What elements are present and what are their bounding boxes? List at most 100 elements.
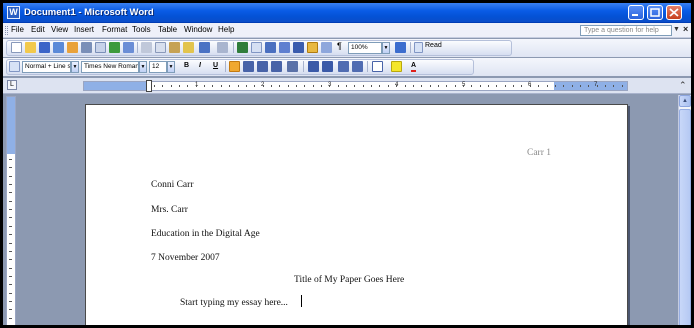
open-folder-icon[interactable]	[25, 42, 36, 53]
menu-help[interactable]: Help	[218, 25, 234, 34]
underline-button[interactable]: U	[213, 62, 218, 69]
align-center-icon[interactable]	[243, 61, 254, 72]
insert-table-icon[interactable]	[265, 42, 276, 53]
menu-grip-handle[interactable]	[5, 26, 8, 35]
menu-edit[interactable]: Edit	[31, 25, 45, 34]
horizontal-ruler[interactable]: 1 2 3 4 5 6 7	[83, 80, 628, 92]
ruler-tick	[9, 234, 12, 236]
title-bar: W Document1 - Microsoft Word	[3, 3, 691, 23]
read-button[interactable]: Read	[425, 42, 442, 49]
line-spacing-icon[interactable]	[287, 61, 298, 72]
redo-icon[interactable]	[217, 42, 228, 53]
spelling-icon[interactable]	[109, 42, 120, 53]
font-dropdown-icon[interactable]: ▼	[139, 61, 147, 73]
research-icon[interactable]	[123, 42, 134, 53]
italic-button[interactable]: I	[199, 62, 201, 69]
vertical-ruler[interactable]	[6, 96, 16, 325]
ruler-tick	[9, 250, 12, 252]
font-color-icon[interactable]: A	[411, 62, 417, 72]
ruler-tick	[571, 85, 573, 87]
permission-icon[interactable]	[53, 42, 64, 53]
paper-title: Title of My Paper Goes Here	[294, 275, 405, 285]
font-size-field[interactable]: 12	[149, 61, 167, 73]
menu-view[interactable]: View	[51, 25, 68, 34]
bullets-icon[interactable]	[322, 61, 333, 72]
menu-format[interactable]: Format	[102, 25, 127, 34]
borders-icon[interactable]	[372, 61, 383, 72]
menu-insert[interactable]: Insert	[74, 25, 94, 34]
tab-selector-icon[interactable]: L	[7, 80, 17, 90]
style-dropdown-icon[interactable]: ▼	[71, 61, 79, 73]
bold-button[interactable]: B	[184, 62, 189, 69]
help-dropdown-icon[interactable]: ▼	[673, 26, 680, 33]
justify-icon[interactable]	[271, 61, 282, 72]
scroll-up-icon[interactable]: ▲	[679, 95, 691, 107]
styles-pane-icon[interactable]	[9, 61, 20, 72]
scroll-thumb[interactable]	[679, 109, 691, 325]
ruler-tick	[9, 159, 12, 160]
ruler-tick	[379, 85, 381, 87]
email-icon[interactable]	[67, 42, 78, 53]
zoom-field[interactable]: 100%	[348, 42, 382, 54]
decrease-indent-icon[interactable]	[338, 61, 349, 72]
align-right-icon[interactable]	[257, 61, 268, 72]
ruler-tick	[454, 85, 456, 87]
increase-indent-icon[interactable]	[352, 61, 363, 72]
menu-file[interactable]: File	[11, 25, 24, 34]
menu-table[interactable]: Table	[158, 25, 177, 34]
ruler-toggle-icon[interactable]: ⌃	[679, 80, 687, 91]
copy-icon[interactable]	[155, 42, 166, 53]
highlight-icon[interactable]	[391, 61, 402, 72]
style-field[interactable]: Normal + Line s	[22, 61, 71, 73]
minimize-button[interactable]	[628, 5, 644, 20]
help-question-input[interactable]: Type a question for help	[580, 25, 672, 36]
excel-worksheet-icon[interactable]	[279, 42, 290, 53]
undo-icon[interactable]	[199, 42, 210, 53]
drawing-icon[interactable]	[307, 42, 318, 53]
cut-icon[interactable]	[141, 42, 152, 53]
ruler-tick	[504, 85, 506, 87]
tables-borders-icon[interactable]	[251, 42, 262, 53]
menu-bar: File Edit View Insert Format Tools Table…	[3, 23, 691, 38]
ruler-tick	[396, 85, 398, 87]
menu-tools[interactable]: Tools	[132, 25, 151, 34]
hyperlink-icon[interactable]	[237, 42, 248, 53]
ruler-tick	[279, 85, 281, 87]
zoom-dropdown-icon[interactable]: ▼	[382, 42, 390, 54]
paste-icon[interactable]	[169, 42, 180, 53]
page-header: Carr 1	[527, 148, 552, 158]
new-document-icon[interactable]	[11, 42, 22, 53]
read-mode-icon[interactable]	[414, 42, 423, 53]
help-icon[interactable]	[395, 42, 406, 53]
ruler-tick	[9, 292, 12, 294]
ruler-tick	[179, 85, 180, 87]
word-app-icon[interactable]: W	[7, 6, 20, 19]
format-painter-icon[interactable]	[183, 42, 194, 53]
menu-window[interactable]: Window	[184, 25, 212, 34]
vertical-scrollbar[interactable]: ▲	[678, 95, 691, 325]
show-hide-icon[interactable]: ¶	[337, 41, 342, 51]
ruler-tick	[529, 85, 531, 87]
ruler-tick	[404, 85, 406, 87]
ruler-tick	[446, 85, 448, 87]
ruler-tick	[220, 85, 222, 87]
maximize-button[interactable]	[647, 5, 663, 20]
print-preview-icon[interactable]	[95, 42, 106, 53]
columns-icon[interactable]	[293, 42, 304, 53]
print-icon[interactable]	[81, 42, 92, 53]
ruler-tick	[463, 85, 464, 87]
ruler-tick	[187, 85, 189, 87]
ruler-tick	[229, 85, 231, 87]
document-close-icon[interactable]: ×	[683, 24, 688, 34]
ruler-tick	[579, 85, 581, 87]
first-line-indent-marker[interactable]	[146, 80, 152, 92]
close-button[interactable]	[666, 5, 682, 20]
ruler-tick	[513, 85, 515, 87]
align-left-icon[interactable]	[229, 61, 240, 72]
document-map-icon[interactable]	[321, 42, 332, 53]
font-size-dropdown-icon[interactable]: ▼	[167, 61, 175, 73]
numbering-icon[interactable]	[308, 61, 319, 72]
font-field[interactable]: Times New Roman	[81, 61, 139, 73]
document-page[interactable]: Carr 1 Conni Carr Mrs. Carr Education in…	[85, 104, 628, 325]
save-icon[interactable]	[39, 42, 50, 53]
